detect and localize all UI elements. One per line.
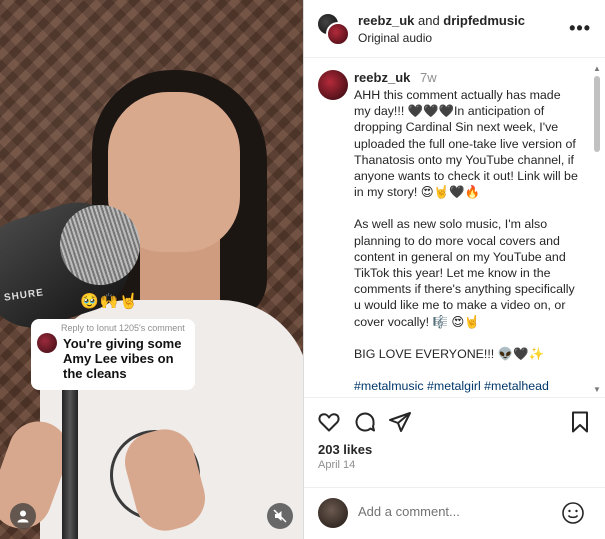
muted-speaker-icon (273, 509, 287, 523)
caption-username[interactable]: reebz_uk (354, 70, 410, 85)
post-header: reebz_uk and dripfedmusic Original audio… (304, 0, 605, 58)
actions-divider (304, 397, 605, 398)
reply-label: Reply to Ionut 1205's comment (61, 323, 185, 333)
avatar[interactable] (318, 70, 348, 100)
reply-comment-sticker: Reply to Ionut 1205's comment You're giv… (31, 319, 195, 390)
share-icon[interactable] (388, 410, 412, 434)
add-comment-row (304, 488, 605, 539)
scroll-up-arrow-icon[interactable]: ▲ (593, 64, 601, 73)
caption-paragraph-2: As well as new solo music, I'm also plan… (354, 217, 575, 329)
post-authors: reebz_uk and dripfedmusic (358, 13, 525, 29)
more-options-icon[interactable]: ••• (569, 18, 591, 39)
avatar[interactable] (326, 21, 350, 46)
avatar (37, 333, 57, 353)
caption-paragraph-1: AHH this comment actually has made my da… (354, 88, 578, 200)
avatar (318, 498, 348, 528)
caption-hashtags[interactable]: #metalmusic #metalgirl #metalhead #metal… (354, 378, 580, 396)
caption-scrollbar[interactable]: ▲ ▼ (592, 64, 602, 394)
post-date[interactable]: April 14 (318, 459, 355, 471)
collab-avatars[interactable] (316, 11, 350, 46)
scroll-down-arrow-icon[interactable]: ▼ (593, 385, 601, 394)
audio-link[interactable]: Original audio (358, 31, 525, 45)
tagged-people-button[interactable] (10, 503, 36, 529)
mic-stand (62, 380, 78, 539)
likes-count[interactable]: 203 likes (318, 442, 372, 457)
author-link-1[interactable]: reebz_uk (358, 13, 414, 28)
caption-text: AHH this comment actually has made my da… (354, 87, 580, 396)
scrollbar-thumb[interactable] (594, 76, 600, 152)
comment-icon[interactable] (353, 410, 377, 434)
author-link-2[interactable]: dripfedmusic (443, 13, 525, 28)
caption-paragraph-3: BIG LOVE EVERYONE!!! 👽🖤✨ (354, 346, 544, 361)
caption-time[interactable]: 7w (420, 70, 437, 85)
mute-button[interactable] (267, 503, 293, 529)
reel-video[interactable]: SHURE 🥹🙌🤘 Reply to Ionut 1205's comment … (0, 0, 303, 539)
smiley-icon[interactable] (561, 501, 585, 525)
comment-input[interactable] (358, 504, 558, 519)
caption-header: reebz_uk 7w (354, 70, 437, 85)
bookmark-icon[interactable] (568, 410, 592, 434)
reply-text: You're giving some Amy Lee vibes on the … (63, 336, 182, 381)
heart-icon[interactable] (317, 410, 341, 434)
person-icon (17, 510, 29, 523)
authors-joiner: and (414, 12, 444, 28)
caption-scroll-area[interactable]: reebz_uk 7w AHH this comment actually ha… (304, 58, 605, 396)
emoji-reactions: 🥹🙌🤘 (80, 293, 140, 310)
action-bar (304, 408, 605, 438)
